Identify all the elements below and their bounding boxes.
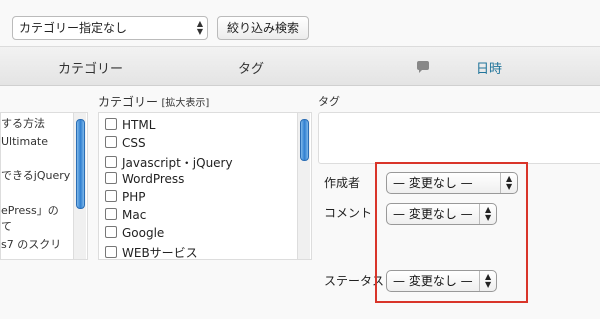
category-item-wordpress[interactable]: WordPress [105, 172, 184, 186]
select-arrows-icon: ▲ ▼ [196, 19, 203, 36]
annotation-highlight-box [375, 162, 528, 303]
left-list-scrollbar[interactable] [73, 113, 86, 259]
tag-panel-label: タグ [318, 95, 340, 108]
category-item-html[interactable]: HTML [105, 118, 155, 132]
column-header-category[interactable]: カテゴリー [58, 58, 123, 77]
list-item: する方法 [1, 117, 45, 130]
column-header-tag: タグ [238, 62, 265, 77]
comment-label: コメント [324, 206, 373, 220]
category-item-google[interactable]: Google [105, 226, 164, 240]
scroll-thumb[interactable] [300, 119, 309, 161]
category-item-javascript[interactable]: Javascript・jQuery [105, 154, 233, 171]
category-checklist: HTML CSS Javascript・jQuery WordPress PHP… [98, 112, 312, 260]
list-item: できるjQuery [1, 169, 71, 182]
table-header: カテゴリー タグ 日時 [0, 46, 600, 86]
category-filter-select[interactable]: カテゴリー指定なし ▲ ▼ [12, 16, 208, 40]
checkbox[interactable] [105, 156, 117, 168]
scroll-thumb[interactable] [76, 119, 85, 209]
list-item: て [1, 220, 12, 233]
comment-bubble-icon[interactable] [417, 61, 429, 73]
author-label: 作成者 [324, 176, 361, 190]
checkbox[interactable] [105, 246, 117, 258]
category-filter-value: カテゴリー指定なし [19, 21, 128, 35]
checkbox[interactable] [105, 190, 117, 202]
tag-textarea[interactable] [318, 112, 600, 164]
category-panel-title: カテゴリー [98, 95, 159, 109]
checkbox[interactable] [105, 172, 117, 184]
list-item: ePress」の [1, 204, 59, 217]
checkbox[interactable] [105, 208, 117, 220]
category-item-php[interactable]: PHP [105, 190, 146, 204]
checkbox[interactable] [105, 136, 117, 148]
expand-view-link[interactable]: [拡大表示] [162, 98, 210, 109]
filter-search-button[interactable]: 絞り込み検索 [217, 16, 309, 40]
list-item: s7 のスクリ [1, 238, 62, 251]
category-item-css[interactable]: CSS [105, 136, 146, 150]
checkbox[interactable] [105, 118, 117, 130]
category-item-mac[interactable]: Mac [105, 208, 146, 222]
category-scrollbar[interactable] [297, 113, 310, 259]
filter-bar: カテゴリー指定なし ▲ ▼ 絞り込み検索 [0, 0, 600, 46]
list-item: Ultimate [1, 135, 49, 148]
category-item-web-service[interactable]: WEBサービス [105, 244, 198, 259]
post-title-list[interactable]: する方法 Ultimate できるjQuery ePress」の て s7 のス… [0, 112, 88, 260]
checkbox[interactable] [105, 226, 117, 238]
column-header-date[interactable]: 日時 [476, 58, 502, 77]
category-panel-label: カテゴリー [拡大表示] [98, 93, 209, 110]
